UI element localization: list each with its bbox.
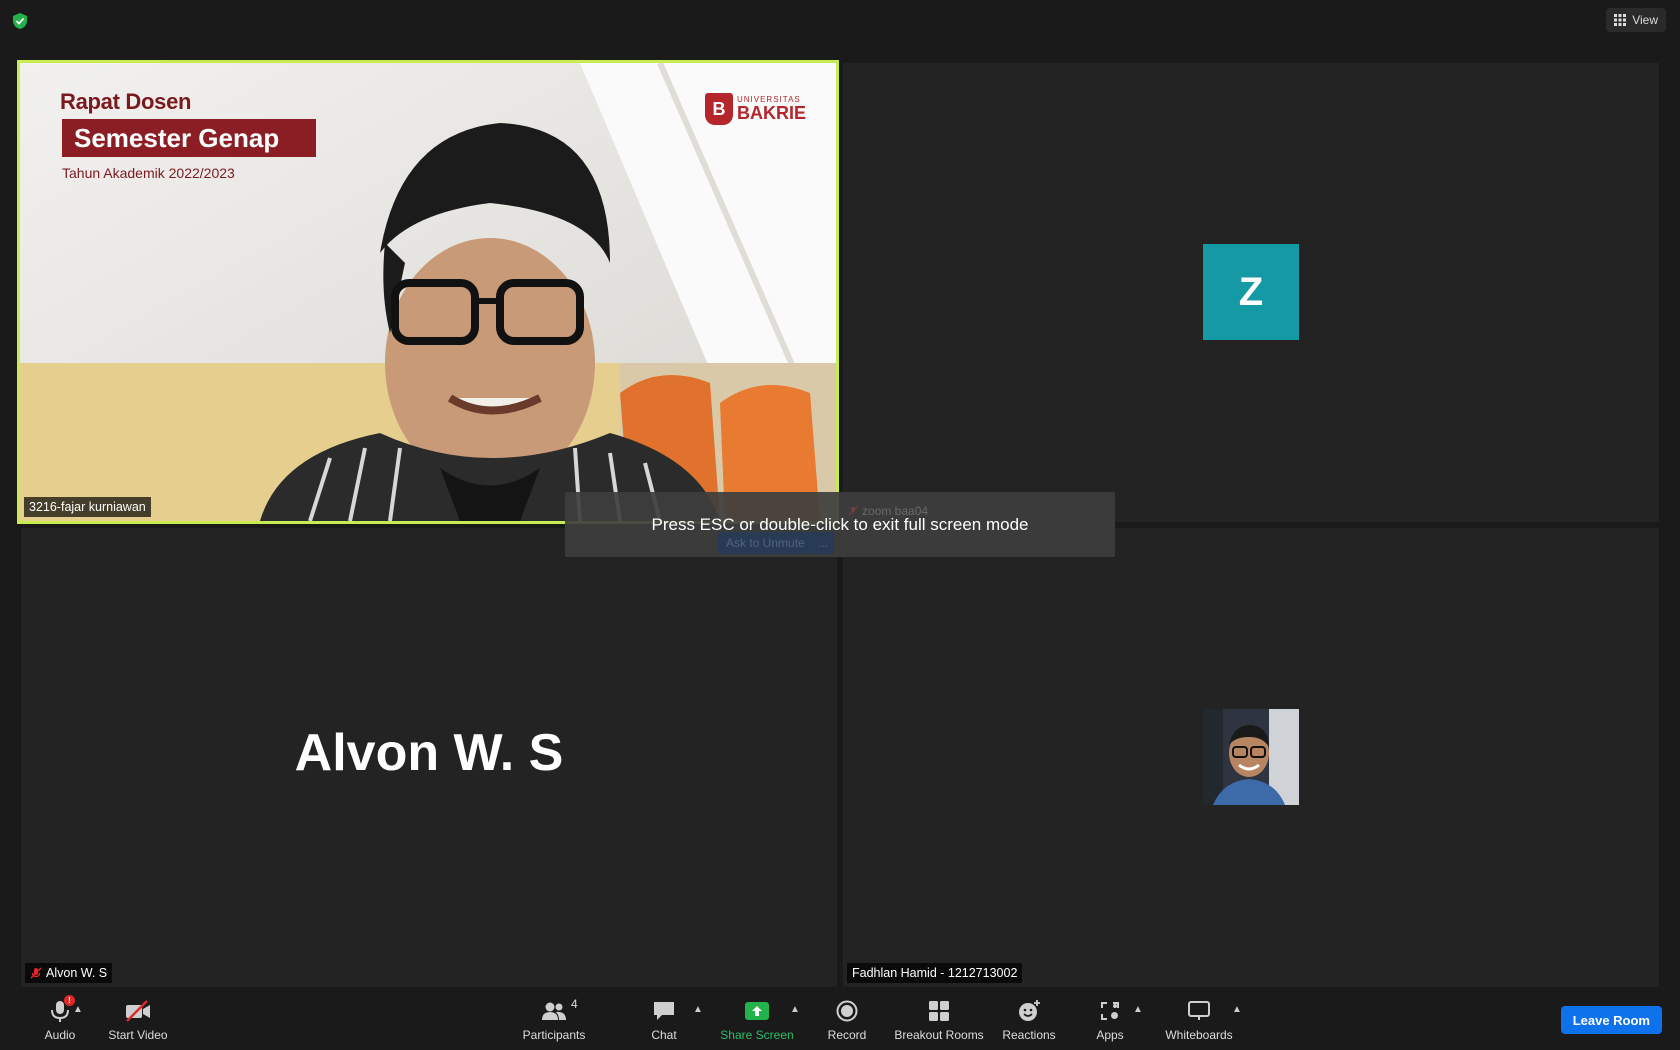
- record-button[interactable]: Record: [822, 996, 872, 1046]
- apps-options-chevron-icon[interactable]: ▲: [1133, 1004, 1143, 1015]
- video-off-icon: [126, 1000, 150, 1022]
- share-screen-label: Share Screen: [720, 1028, 794, 1042]
- video-tile-alvon[interactable]: Alvon W. S Alvon W. S: [21, 528, 837, 987]
- more-options-button[interactable]: ...: [812, 532, 834, 554]
- meeting-toolbar: ! Audio ▲ Start Video 4 Participants Cha…: [0, 990, 1680, 1050]
- mic-muted-icon: [30, 967, 42, 979]
- chat-button[interactable]: Chat: [644, 996, 684, 1046]
- chat-options-chevron-icon[interactable]: ▲: [693, 1004, 703, 1015]
- record-icon: [836, 1000, 858, 1022]
- breakout-rooms-label: Breakout Rooms: [894, 1028, 984, 1042]
- ask-to-unmute-button[interactable]: Ask to Unmute: [718, 532, 813, 554]
- whiteboard-icon: [1188, 1001, 1210, 1020]
- participant-name: 3216-fajar kurniawan: [29, 500, 146, 514]
- whiteboards-button[interactable]: Whiteboards: [1163, 996, 1235, 1046]
- view-label: View: [1632, 13, 1658, 27]
- participant-name-tag: Fadhlan Hamid - 1212713002: [847, 963, 1023, 983]
- start-video-label: Start Video: [108, 1028, 168, 1042]
- apps-label: Apps: [1096, 1028, 1124, 1042]
- slide-title-line1: Rapat Dosen: [60, 89, 192, 114]
- audio-options-chevron-icon[interactable]: ▲: [73, 1004, 83, 1015]
- chat-label: Chat: [651, 1028, 677, 1042]
- reactions-smiley-icon: [1019, 1000, 1040, 1021]
- zoom-meeting-window: View Rapat Dosen Semester Genap Tahun Ak…: [0, 0, 1680, 1050]
- reactions-label: Reactions: [1002, 1028, 1056, 1042]
- fullscreen-exit-hint: Press ESC or double-click to exit full s…: [565, 492, 1115, 557]
- apps-button[interactable]: Apps: [1092, 996, 1128, 1046]
- mic-muted-icon: [848, 506, 858, 516]
- avatar: Z: [1203, 244, 1299, 340]
- grid-view-icon: [1614, 14, 1627, 26]
- record-label: Record: [827, 1028, 867, 1042]
- video-tile-active-speaker[interactable]: Rapat Dosen Semester Genap Tahun Akademi…: [17, 60, 839, 524]
- whiteboards-options-chevron-icon[interactable]: ▲: [1232, 1004, 1242, 1015]
- participant-name-tag: 3216-fajar kurniawan: [24, 497, 151, 517]
- participants-count: 4: [571, 997, 578, 1011]
- university-badge: B: [704, 93, 733, 125]
- security-shield-icon[interactable]: [12, 12, 28, 30]
- fullscreen-hint-text: Press ESC or double-click to exit full s…: [651, 514, 1029, 534]
- video-tile-fadhlan[interactable]: Fadhlan Hamid - 1212713002: [843, 528, 1659, 987]
- audio-label: Audio: [44, 1028, 76, 1042]
- ghost-participant-name: zoom baa04: [862, 504, 929, 518]
- slide-title-line2: Semester Genap: [62, 119, 316, 157]
- video-tile-zoom-baa04[interactable]: Z: [843, 63, 1659, 522]
- avatar: [1203, 709, 1299, 805]
- participant-name-tag: Alvon W. S: [25, 963, 113, 983]
- ghost-name-tag: zoom baa04: [848, 504, 928, 518]
- apps-icon: [1101, 1002, 1119, 1020]
- breakout-rooms-button[interactable]: Breakout Rooms: [890, 996, 988, 1046]
- participants-label: Participants: [522, 1028, 586, 1042]
- whiteboards-label: Whiteboards: [1165, 1028, 1233, 1042]
- share-options-chevron-icon[interactable]: ▲: [790, 1004, 800, 1015]
- participant-name: Fadhlan Hamid - 1212713002: [852, 966, 1018, 980]
- participants-button[interactable]: 4 Participants: [518, 996, 590, 1046]
- view-button[interactable]: View: [1606, 8, 1666, 32]
- leave-room-button[interactable]: Leave Room: [1560, 1006, 1662, 1034]
- university-logo: B UNIVERSITAS BAKRIE: [704, 93, 806, 125]
- reactions-button[interactable]: Reactions: [1001, 996, 1057, 1046]
- share-screen-icon: [745, 1002, 769, 1020]
- breakout-rooms-icon: [929, 1001, 949, 1021]
- participants-icon: [542, 1002, 566, 1020]
- slide-subtitle: Tahun Akademik 2022/2023: [62, 165, 235, 181]
- participant-name: Alvon W. S: [46, 966, 108, 980]
- participant-display-name: Alvon W. S: [294, 724, 564, 782]
- share-screen-button[interactable]: Share Screen: [718, 996, 796, 1046]
- start-video-button[interactable]: Start Video: [104, 996, 172, 1046]
- logo-big-text: BAKRIE: [736, 103, 806, 123]
- chat-icon: [654, 1002, 674, 1020]
